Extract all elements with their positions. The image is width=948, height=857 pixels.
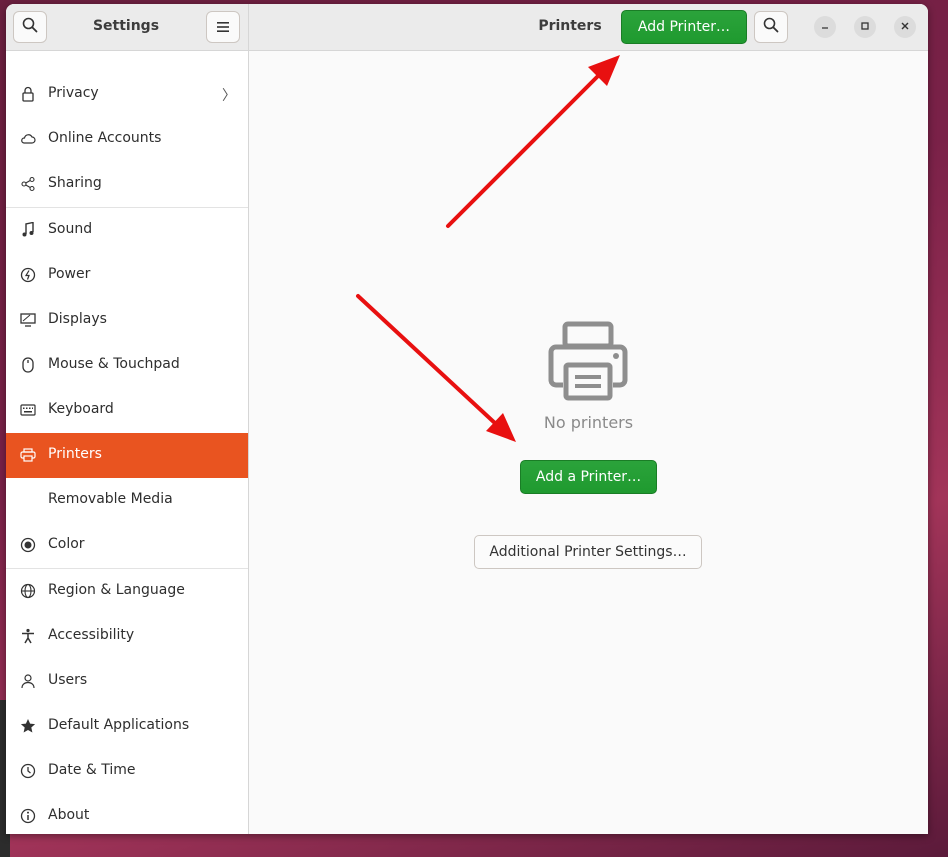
users-icon [20, 673, 36, 689]
sidebar-item-privacy[interactable]: Privacy 〉 [6, 72, 248, 117]
sidebar-item-label: Keyboard [48, 401, 114, 417]
add-printer-header-button[interactable]: Add Printer… [621, 10, 747, 44]
additional-printer-settings-button[interactable]: Additional Printer Settings… [474, 535, 702, 569]
info-icon [20, 808, 36, 824]
sidebar-item-label: Sound [48, 221, 93, 237]
maximize-icon [860, 20, 870, 34]
sidebar-item-partial [6, 29, 248, 74]
sidebar-item-online-accounts[interactable]: Online Accounts [6, 117, 248, 162]
page-title: Printers [538, 18, 602, 34]
close-button[interactable] [894, 16, 916, 38]
maximize-button[interactable] [854, 16, 876, 38]
cloud-icon [20, 131, 36, 147]
sidebar-item-sharing[interactable]: Sharing [6, 162, 248, 207]
sidebar-item-label: Removable Media [48, 491, 173, 507]
sidebar-item-power[interactable]: Power [6, 253, 248, 298]
sidebar-item-label: Date & Time [48, 762, 136, 778]
printer-icon [547, 321, 629, 405]
mouse-icon [20, 357, 36, 373]
sidebar-item-displays[interactable]: Displays [6, 298, 248, 343]
display-icon [20, 312, 36, 328]
sidebar-item-users[interactable]: Users [6, 659, 248, 704]
printers-panel: No printers Add a Printer… Additional Pr… [249, 51, 928, 834]
lock-icon [20, 86, 36, 102]
sidebar-item-printers[interactable]: Printers [6, 433, 248, 478]
clock-icon [20, 763, 36, 779]
main-header: Printers Add Printer… [249, 4, 928, 51]
add-a-printer-button[interactable]: Add a Printer… [520, 460, 657, 494]
power-icon [20, 267, 36, 283]
sidebar-item-accessibility[interactable]: Accessibility [6, 614, 248, 659]
globe-icon [20, 583, 36, 599]
sidebar-item-label: Region & Language [48, 582, 185, 598]
sidebar-item-label: Printers [48, 446, 102, 462]
sidebar-item-label: Default Applications [48, 717, 190, 733]
sidebar-item-removable-media[interactable]: Removable Media [6, 478, 248, 523]
sidebar-item-label: Sharing [48, 175, 102, 191]
chevron-right-icon: 〉 [222, 88, 236, 104]
sidebar-item-label: Accessibility [48, 627, 135, 643]
sidebar-item-label: Mouse & Touchpad [48, 356, 180, 372]
printer-icon [20, 447, 36, 463]
sidebar: Privacy 〉 Online Accounts Sharing Sound … [6, 51, 249, 834]
sidebar-item-label: About [48, 807, 90, 823]
music-note-icon [20, 222, 36, 238]
sidebar-item-color[interactable]: Color [6, 523, 248, 568]
sidebar-item-region-language[interactable]: Region & Language [6, 569, 248, 614]
sidebar-item-keyboard[interactable]: Keyboard [6, 388, 248, 433]
share-icon [20, 176, 36, 192]
sidebar-item-label: Displays [48, 311, 107, 327]
settings-window: Settings Printers Add Printer… Privacy 〉… [6, 4, 928, 834]
sidebar-item-label: Privacy [48, 85, 99, 101]
accessibility-icon [20, 628, 36, 644]
star-icon [20, 718, 36, 734]
sidebar-item-label: Online Accounts [48, 130, 162, 146]
minimize-icon [820, 20, 830, 34]
sidebar-item-date-time[interactable]: Date & Time [6, 749, 248, 794]
minimize-button[interactable] [814, 16, 836, 38]
sidebar-item-label: Users [48, 672, 88, 688]
sidebar-item-label: Power [48, 266, 91, 282]
sidebar-item-label: Color [48, 536, 85, 552]
sidebar-item-default-applications[interactable]: Default Applications [6, 704, 248, 749]
empty-state-text: No printers [543, 413, 634, 432]
sidebar-item-about[interactable]: About [6, 794, 248, 834]
sidebar-item-mouse-touchpad[interactable]: Mouse & Touchpad [6, 343, 248, 388]
sidebar-item-sound[interactable]: Sound [6, 208, 248, 253]
keyboard-icon [20, 402, 36, 418]
color-icon [20, 537, 36, 553]
search-icon [763, 17, 779, 37]
header-search-button[interactable] [754, 11, 788, 43]
close-icon [900, 20, 910, 34]
